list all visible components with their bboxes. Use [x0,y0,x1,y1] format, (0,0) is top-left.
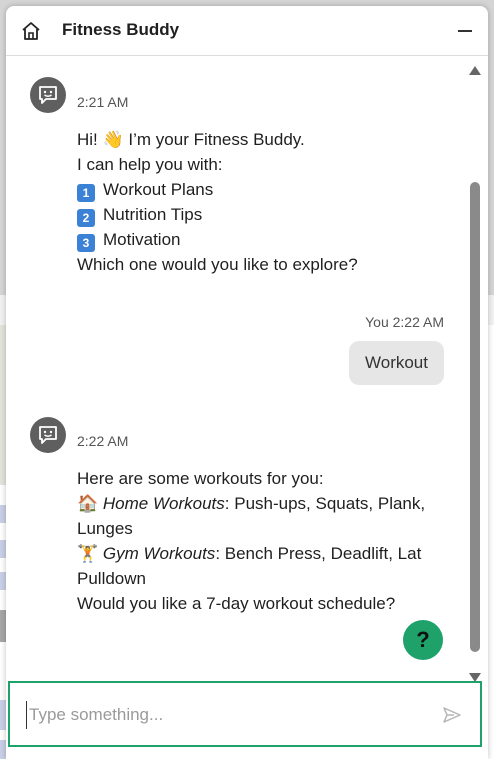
option-workout-plans: 1 Workout Plans [77,177,358,202]
number-three-icon: 3 [77,234,95,252]
number-one-icon: 1 [77,184,95,202]
option-label: Motivation [103,230,181,249]
bot-avatar [30,417,66,453]
scrollbar-thumb[interactable] [470,182,480,652]
number-two-icon: 2 [77,209,95,227]
option-motivation: 3 Motivation [77,227,358,252]
message-line: I can help you with: [77,155,223,174]
message-line: Here are some workouts for you: [77,469,324,488]
help-button[interactable]: ? [403,620,443,660]
minimize-icon[interactable] [458,30,472,32]
user-message-bubble: Workout [349,341,444,385]
weightlifting-emoji-icon: 🏋 [77,544,99,563]
message-line: Which one would you like to explore? [77,255,358,274]
send-icon[interactable] [442,705,462,725]
message-text: I’m your Fitness Buddy. [123,130,305,149]
user-message-timestamp: You 2:22 AM [365,314,444,330]
chat-widget: Fitness Buddy 2:21 AM Hi! 👋 I’m your Fit… [6,6,488,759]
chat-bot-icon [39,426,57,444]
bot-avatar [30,77,66,113]
chat-title: Fitness Buddy [62,20,180,39]
message-text: : Bench Press, Deadlift, Lat [215,544,422,563]
option-label: Nutrition Tips [103,205,203,224]
message-line: Would you like a 7-day workout schedule? [77,594,396,613]
house-emoji-icon: 🏠 [77,494,99,513]
chat-bot-icon [39,86,57,104]
scroll-up-arrow-icon[interactable] [469,66,481,75]
workout-category-label: Home Workouts [102,494,225,513]
message-timestamp: 2:22 AM [77,433,129,449]
message-line: Pulldown [77,569,146,588]
option-nutrition-tips: 2 Nutrition Tips [77,202,358,227]
message-scrollbar[interactable] [468,62,482,682]
composer-bar [8,681,482,747]
gym-workouts-line: 🏋 Gym Workouts: Bench Press, Deadlift, L… [77,541,425,566]
chat-header: Fitness Buddy [6,6,488,56]
workout-category-label: Gym Workouts [102,544,216,563]
message-text: : Push-ups, Squats, Plank, [224,494,426,513]
option-label: Workout Plans [103,180,214,199]
home-workouts-line: 🏠 Home Workouts: Push-ups, Squats, Plank… [77,491,425,516]
message-line: Lunges [77,519,133,538]
bot-message: Hi! 👋 I’m your Fitness Buddy. I can help… [77,127,358,277]
message-input[interactable] [26,701,426,729]
message-text: Hi! [77,130,103,149]
home-icon[interactable] [20,20,42,42]
message-line: Hi! 👋 I’m your Fitness Buddy. [77,127,358,152]
message-list: 2:21 AM Hi! 👋 I’m your Fitness Buddy. I … [6,57,488,679]
wave-emoji-icon: 👋 [102,130,124,149]
bot-message: Here are some workouts for you: 🏠 Home W… [77,466,425,616]
message-timestamp: 2:21 AM [77,94,129,110]
